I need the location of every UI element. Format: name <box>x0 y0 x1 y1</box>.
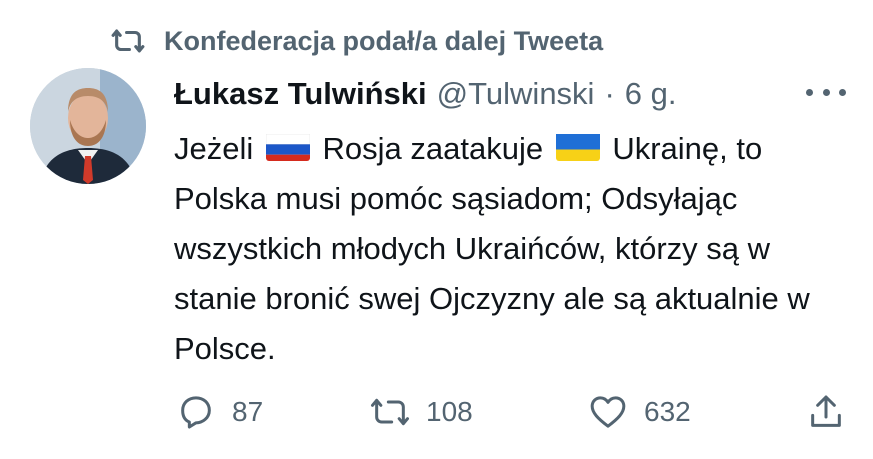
retweet-banner[interactable]: Konfederacja podał/a dalej Tweeta <box>108 24 603 58</box>
more-options-button[interactable] <box>806 80 846 104</box>
more-dot-icon <box>806 88 813 96</box>
like-button[interactable]: 632 <box>588 392 691 432</box>
avatar[interactable] <box>30 68 146 184</box>
retweet-button[interactable]: 108 <box>370 392 473 432</box>
reply-icon <box>181 396 211 429</box>
ukraine-flag-icon <box>555 130 600 161</box>
like-count: 632 <box>644 396 691 427</box>
author-name[interactable]: Łukasz Tulwiński <box>174 76 427 112</box>
retweet-count: 108 <box>426 396 473 427</box>
tweet-time[interactable]: 6 g. <box>625 76 677 112</box>
heart-icon <box>590 396 626 428</box>
retweet-icon <box>371 398 409 426</box>
tweet-text-part: Rosja zaatakuje <box>322 131 544 166</box>
author-handle[interactable]: @Tulwinski <box>437 76 595 112</box>
tweet-text-part: Ukrainę, to Polska musi pomóc sąsiadom; … <box>174 131 810 366</box>
retweet-icon <box>111 29 145 53</box>
avatar-photo <box>30 68 146 184</box>
more-dot-icon <box>822 88 830 96</box>
tweet-actions-bar: 87 108 632 <box>0 392 873 438</box>
more-dot-icon <box>839 88 846 96</box>
retweet-banner-text: Konfederacja podał/a dalej Tweeta <box>164 25 604 56</box>
russia-flag-icon <box>265 130 310 161</box>
separator-dot: · <box>604 76 615 111</box>
tweet-text: Jeżeli Rosja zaatakuje Ukrainę, to Polsk… <box>174 124 854 374</box>
tweet-text-part: Jeżeli <box>174 131 254 166</box>
reply-button[interactable]: 87 <box>176 392 263 432</box>
share-button[interactable] <box>806 392 846 432</box>
share-icon <box>811 395 841 427</box>
tweet-header: Łukasz Tulwiński @Tulwinski · 6 g. <box>174 76 677 112</box>
reply-count: 87 <box>232 396 264 427</box>
